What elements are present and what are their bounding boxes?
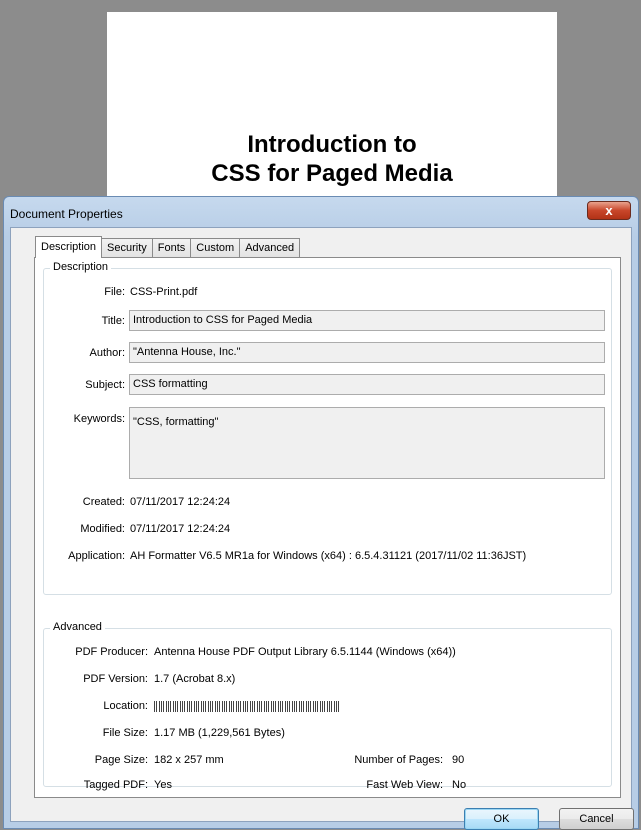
- dialog-titlebar[interactable]: Document Properties x: [4, 197, 638, 227]
- document-properties-dialog: Document Properties x Description Securi…: [3, 196, 639, 830]
- author-label: Author:: [89, 347, 125, 359]
- title-field[interactable]: Introduction to CSS for Paged Media: [129, 310, 605, 331]
- file-size-value: 1.17 MB (1,229,561 Bytes): [154, 727, 285, 739]
- pdf-producer-value: Antenna House PDF Output Library 6.5.114…: [154, 646, 456, 658]
- subject-label: Subject:: [85, 379, 125, 391]
- keywords-field[interactable]: "CSS, formatting": [129, 407, 605, 479]
- pdf-producer-label: PDF Producer:: [75, 646, 148, 658]
- tab-advanced[interactable]: Advanced: [240, 238, 301, 258]
- created-label: Created:: [82, 496, 125, 508]
- description-group-label: Description: [50, 261, 112, 273]
- num-pages-value: 90: [452, 754, 465, 766]
- document-title-line1: Introduction to: [247, 131, 417, 158]
- file-size-label: File Size:: [102, 727, 148, 739]
- keywords-label: Keywords:: [73, 413, 125, 425]
- created-value: 07/11/2017 12:24:24: [130, 496, 231, 508]
- file-label: File:: [104, 286, 125, 298]
- dialog-client-area: Description Security Fonts Custom Advanc…: [10, 227, 634, 830]
- tagged-pdf-label: Tagged PDF:: [83, 779, 148, 791]
- subject-field[interactable]: CSS formatting: [129, 374, 605, 395]
- fast-web-view-label: Fast Web View:: [366, 779, 443, 791]
- tab-custom[interactable]: Custom: [191, 238, 241, 258]
- description-tab-panel: Description File: CSS-Print.pdf Title: I…: [34, 257, 621, 798]
- ok-button[interactable]: OK: [464, 808, 539, 830]
- document-title: Introduction to CSS for Paged Media: [107, 130, 557, 188]
- pdf-version-label: PDF Version:: [83, 673, 148, 685]
- num-pages-label: Number of Pages:: [354, 754, 443, 766]
- cancel-button[interactable]: Cancel: [559, 808, 634, 830]
- tab-description[interactable]: Description: [35, 236, 103, 258]
- fast-web-view-value: No: [452, 779, 467, 791]
- page-size-label: Page Size:: [94, 754, 148, 766]
- close-icon: x: [605, 203, 613, 218]
- modified-label: Modified:: [80, 523, 125, 535]
- tab-security[interactable]: Security: [102, 238, 153, 258]
- location-label: Location:: [103, 700, 148, 712]
- page-size-value: 182 x 257 mm: [154, 754, 224, 766]
- modified-value: 07/11/2017 12:24:24: [130, 523, 231, 535]
- application-value: AH Formatter V6.5 MR1a for Windows (x64)…: [130, 550, 527, 562]
- tagged-pdf-value: Yes: [154, 779, 172, 791]
- tab-fonts[interactable]: Fonts: [152, 238, 192, 258]
- tab-strip: Description Security Fonts Custom Advanc…: [35, 236, 301, 258]
- author-field[interactable]: "Antenna House, Inc.": [129, 342, 605, 363]
- file-value: CSS-Print.pdf: [130, 286, 198, 298]
- title-label: Title:: [101, 315, 125, 327]
- dialog-title: Document Properties: [10, 207, 123, 221]
- pdf-page-preview: Introduction to CSS for Paged Media: [107, 12, 557, 212]
- advanced-group: Advanced PDF Producer: Antenna House PDF…: [43, 621, 612, 791]
- close-button[interactable]: x: [587, 201, 631, 220]
- document-title-line2: CSS for Paged Media: [211, 160, 453, 187]
- pdf-version-value: 1.7 (Acrobat 8.x): [154, 673, 236, 685]
- description-group: Description File: CSS-Print.pdf Title: I…: [43, 261, 612, 595]
- advanced-group-label: Advanced: [50, 621, 105, 633]
- application-label: Application:: [68, 550, 125, 562]
- location-value-redacted: [154, 701, 339, 712]
